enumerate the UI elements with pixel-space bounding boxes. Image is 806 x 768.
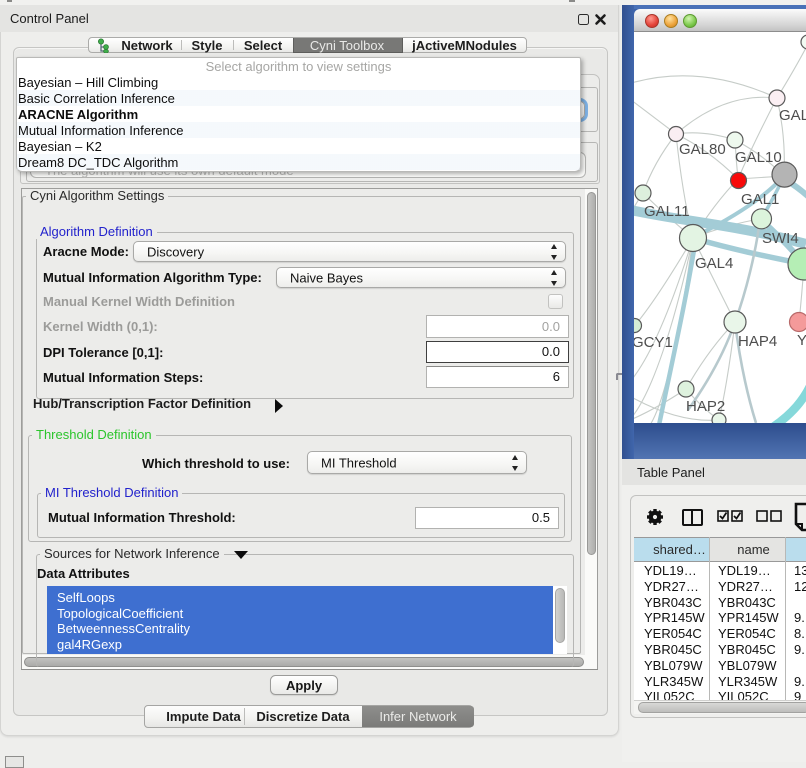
- svg-text:YEL: YEL: [797, 332, 806, 349]
- svg-text:GAL11: GAL11: [644, 203, 690, 220]
- svg-text:GAL10: GAL10: [735, 149, 782, 166]
- svg-text:GAL80: GAL80: [679, 141, 726, 158]
- svg-text:SWI4: SWI4: [762, 230, 799, 247]
- svg-text:HAP2: HAP2: [686, 398, 725, 415]
- svg-text:GAL4: GAL4: [695, 255, 733, 272]
- svg-text:GAL7: GAL7: [779, 107, 806, 124]
- svg-text:GCY1: GCY1: [634, 334, 673, 351]
- svg-text:GAL1: GAL1: [741, 191, 779, 208]
- svg-text:HAP4: HAP4: [738, 333, 777, 350]
